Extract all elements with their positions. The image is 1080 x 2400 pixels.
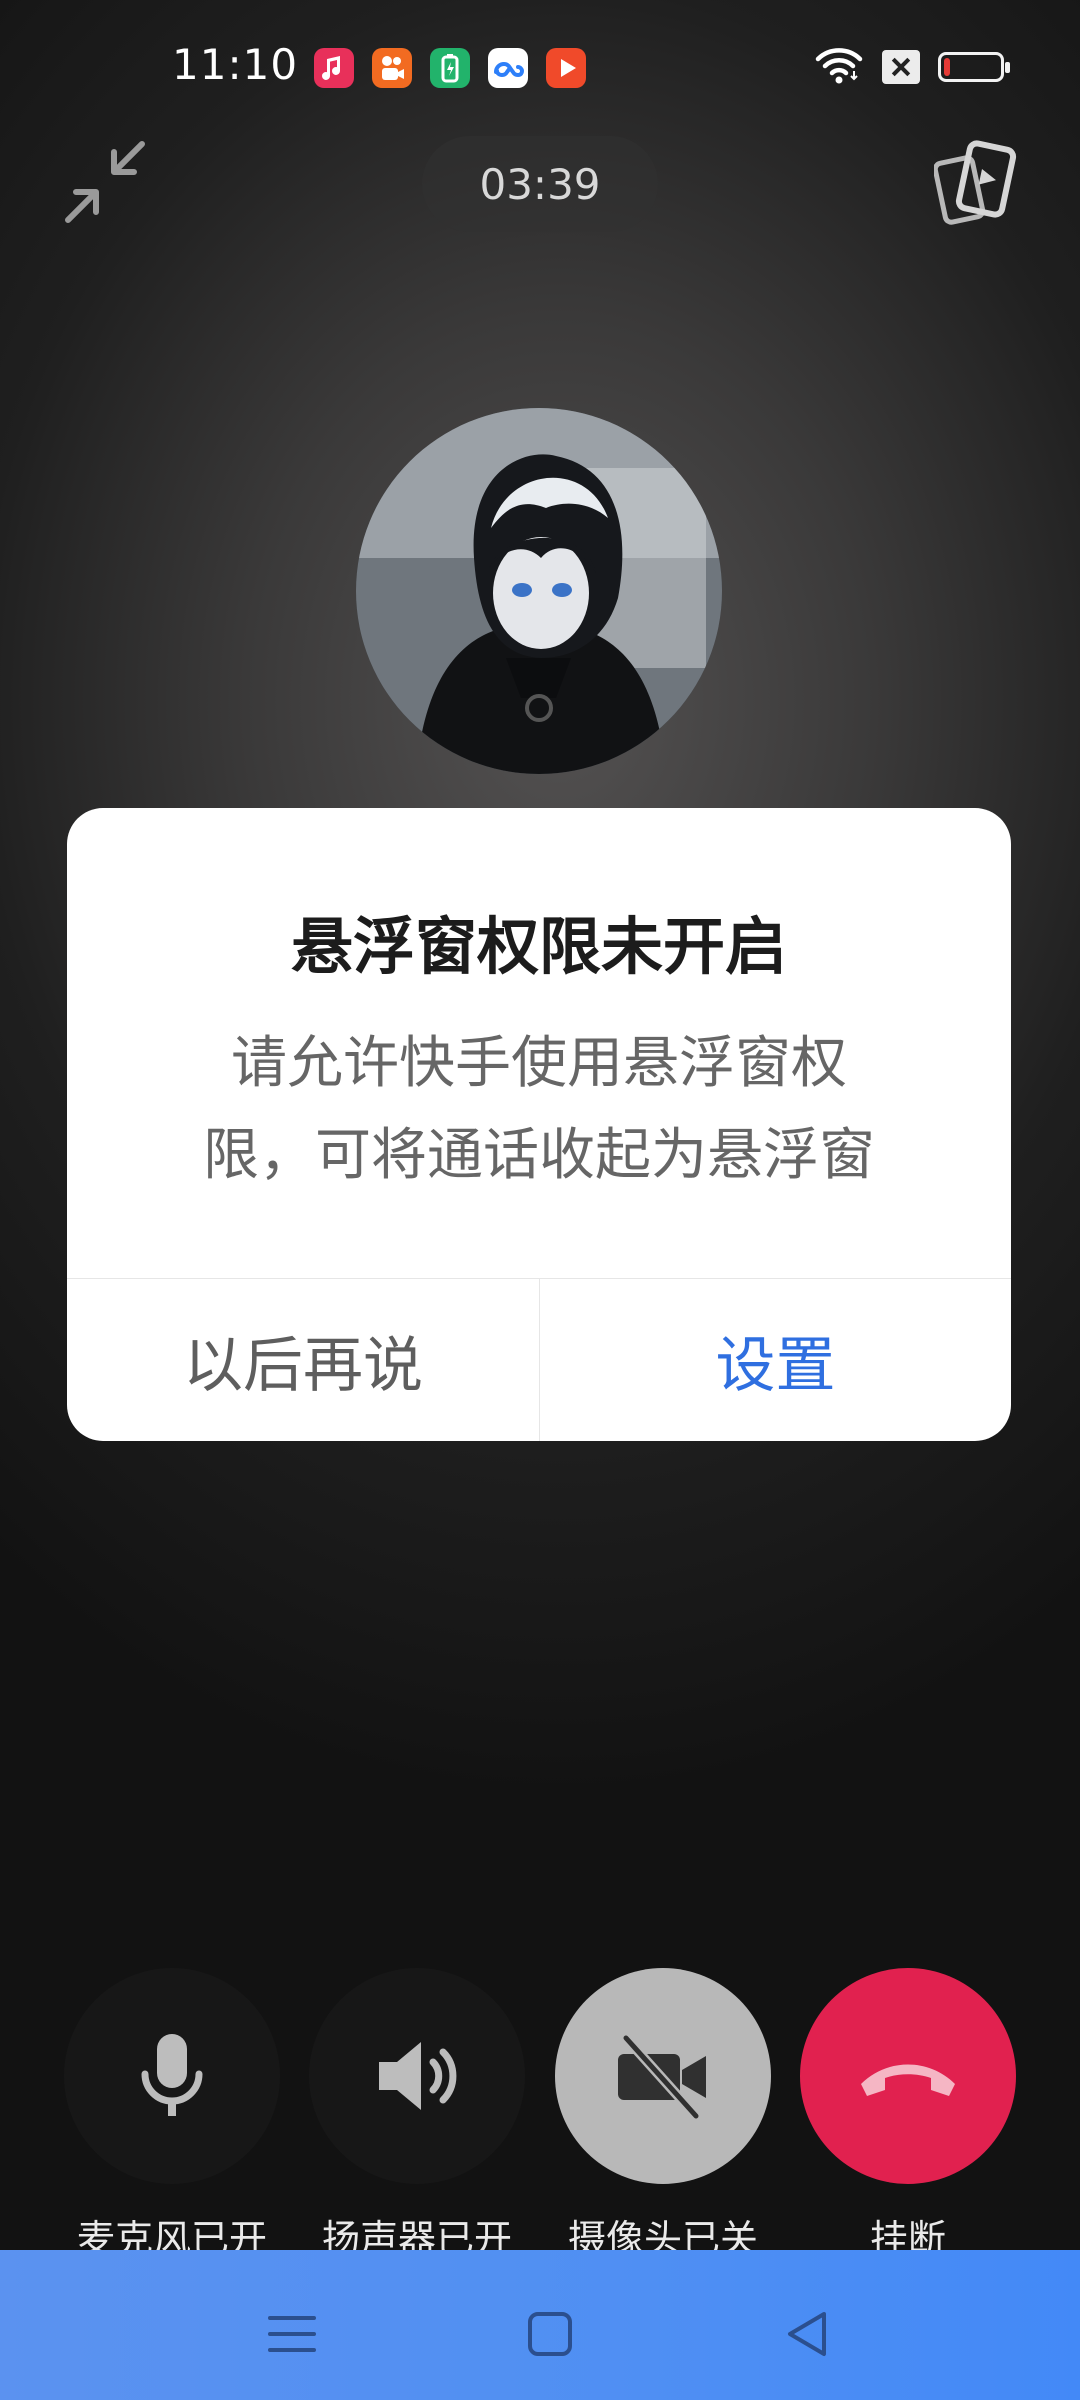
status-bar: 11:10 bbox=[0, 0, 1080, 136]
kuaishou-speed-app-icon bbox=[372, 48, 412, 88]
battery-icon bbox=[938, 52, 1010, 82]
dialog-message-line: 限，可将通话收起为悬浮窗 bbox=[203, 1123, 875, 1188]
avatar bbox=[356, 408, 722, 774]
hangup-phone-icon bbox=[861, 2064, 955, 2096]
no-sim-icon bbox=[882, 50, 920, 84]
back-triangle-icon bbox=[788, 2312, 826, 2356]
settings-button[interactable]: 设置 bbox=[540, 1279, 1011, 1441]
camera-button[interactable] bbox=[555, 1968, 771, 2184]
recent-apps-button[interactable] bbox=[262, 2304, 322, 2364]
permission-dialog: 悬浮窗权限未开启 请允许快手使用悬浮窗权 限，可将通话收起为悬浮窗 以后再说 设… bbox=[67, 808, 1011, 1441]
call-duration: 03:39 bbox=[422, 136, 658, 232]
hangup-button[interactable] bbox=[800, 1968, 1016, 2184]
speaker-button[interactable] bbox=[309, 1968, 525, 2184]
battery-level-fill bbox=[944, 58, 950, 76]
minimize-call-button[interactable] bbox=[62, 140, 148, 226]
back-button[interactable] bbox=[778, 2304, 838, 2364]
video-play-app-icon bbox=[546, 48, 586, 88]
collapse-arrows-icon bbox=[65, 141, 145, 223]
status-indicators bbox=[814, 45, 1010, 89]
dialog-message-line: 请允许快手使用悬浮窗权 bbox=[231, 1031, 847, 1096]
battery-app-icon bbox=[430, 48, 470, 88]
cards-icon bbox=[932, 140, 1017, 225]
dialog-title: 悬浮窗权限未开启 bbox=[290, 910, 787, 983]
later-button[interactable]: 以后再说 bbox=[67, 1279, 539, 1441]
music-app-icon bbox=[314, 48, 354, 88]
switch-card-button[interactable] bbox=[932, 140, 1018, 230]
home-button[interactable] bbox=[520, 2304, 580, 2364]
status-time: 11:10 bbox=[172, 40, 299, 89]
wifi-icon bbox=[814, 45, 864, 89]
cloud-drive-app-icon bbox=[488, 48, 528, 88]
speaker-icon bbox=[379, 2042, 457, 2110]
microphone-button[interactable] bbox=[64, 1968, 280, 2184]
home-square-icon bbox=[528, 2312, 572, 2356]
camera-off-icon bbox=[618, 2033, 706, 2121]
microphone-icon bbox=[141, 2034, 203, 2116]
menu-icon bbox=[268, 2316, 316, 2352]
dialog-message: 请允许快手使用悬浮窗权 限，可将通话收起为悬浮窗 bbox=[163, 1018, 915, 1202]
